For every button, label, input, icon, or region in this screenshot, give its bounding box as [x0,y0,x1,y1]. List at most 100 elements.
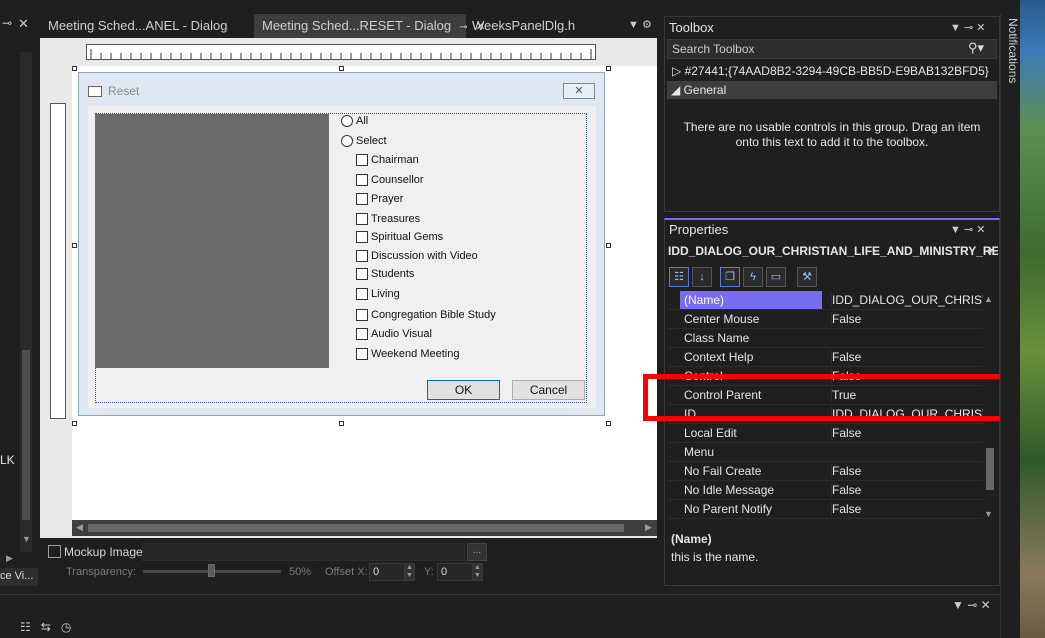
offset-y-spin-icon[interactable]: ▲ ▼ [472,563,483,581]
left-scroll-thumb[interactable] [22,350,30,520]
checkbox-icon[interactable] [356,268,368,280]
browse-button[interactable]: ... [467,543,487,561]
checkbox-item[interactable]: Students [356,268,414,280]
checkbox-item[interactable]: Treasures [356,213,420,225]
offset-x-label: Offset X: [325,566,368,578]
checkbox-icon[interactable] [356,154,368,166]
property-row[interactable]: No Idle Message False [668,481,983,500]
offset-y-input[interactable]: 0 [437,563,473,581]
checkbox-label: Students [371,268,415,280]
scroll-down-icon[interactable]: ▼ [984,509,993,519]
property-value[interactable]: False [831,502,983,516]
checkbox-icon[interactable] [356,250,368,262]
scroll-right-icon[interactable]: ▶ [6,553,13,564]
resize-handle[interactable] [606,421,611,426]
checkbox-icon[interactable] [356,193,368,205]
property-grid-scroll-thumb[interactable] [986,448,994,490]
cancel-button[interactable]: Cancel [512,380,585,400]
checkbox-item[interactable]: Prayer [356,193,403,205]
radio-icon[interactable] [341,135,353,147]
chevron-down-icon[interactable]: ▼ [986,246,995,256]
designer-hscroll-thumb[interactable] [88,524,624,532]
checkbox-item[interactable]: Audio Visual [356,328,432,340]
property-row[interactable]: Menu [668,443,983,462]
bottom-toolbar-icons[interactable]: ☷ ⇆ ◷ [20,620,71,634]
checkbox-item[interactable]: Chairman [356,154,419,166]
property-value[interactable]: IDD_DIALOG_OUR_CHRISTIA [831,293,983,307]
tab-dropdown-icon[interactable]: ▼ ⚙ [628,18,652,31]
checkbox-item[interactable]: Discussion with Video [356,250,478,262]
tab-weekspanel-header[interactable]: WeeksPanelDlg.h [464,14,594,38]
toolbox-search-input[interactable]: Search Toolbox [667,39,997,59]
checkbox-item[interactable]: Spiritual Gems [356,231,443,243]
tab-reset-dialog[interactable]: Meeting Sched...RESET - Dialog ⊸ ✕ [254,14,486,38]
events-view-icon[interactable]: ϟ [743,267,763,287]
resize-handle[interactable] [606,66,611,71]
categorized-view-icon[interactable]: ☷ [669,267,689,287]
properties-window-controls-icon[interactable]: ▼ ⊸ ✕ [950,223,985,236]
property-row[interactable]: Center Mouse False [668,310,983,329]
left-panel-tab[interactable]: ce Vi... [0,568,38,586]
checkbox-icon[interactable] [356,309,368,321]
notifications-strip[interactable] [1000,14,1020,638]
panel-options-icon[interactable]: ▼ ⊸ ✕ [952,598,991,612]
messages-view-icon[interactable]: ▭ [766,267,786,287]
checkbox-icon[interactable] [356,213,368,225]
property-value[interactable]: False [831,483,983,497]
toolbox-group-general[interactable]: ◢ General [667,81,997,99]
resize-handle[interactable] [606,243,611,248]
scroll-down-icon[interactable]: ▼ [22,534,31,544]
properties-view-icon[interactable]: ❐ [720,267,740,287]
scroll-right-icon[interactable]: ▶ [645,522,652,533]
properties-object-selector[interactable]: IDD_DIALOG_OUR_CHRISTIAN_LIFE_AND_MINIST… [668,242,998,262]
pin-icon[interactable]: ⊸ [2,16,12,30]
checkbox-item[interactable]: Living [356,288,400,300]
checkbox-item[interactable]: Counsellor [356,174,424,186]
mockup-image-checkbox[interactable] [48,545,61,558]
resize-handle[interactable] [72,243,77,248]
radio-select[interactable]: Select [341,135,387,147]
scroll-left-icon[interactable]: ◀ [76,522,83,533]
property-value[interactable]: False [831,312,983,326]
checkbox-label: Audio Visual [371,328,432,340]
property-row[interactable]: Class Name [668,329,983,348]
property-value[interactable]: False [831,426,983,440]
property-row[interactable]: (Name) IDD_DIALOG_OUR_CHRISTIA [668,291,983,310]
notifications-tab[interactable]: Notifications [1006,18,1020,83]
radio-icon[interactable] [341,115,353,127]
checkbox-icon[interactable] [356,231,368,243]
picture-control[interactable] [95,114,329,368]
transparency-slider-thumb[interactable] [208,564,215,577]
property-pages-icon[interactable]: ⚒ [797,267,817,287]
checkbox-item[interactable]: Congregation Bible Study [356,309,496,321]
dialog-close-button[interactable]: ✕ [563,83,595,99]
close-icon[interactable]: ✕ [18,16,29,32]
mockup-image-path-input[interactable] [142,543,465,561]
property-row[interactable]: Local Edit False [668,424,983,443]
offset-x-input[interactable]: 0 [369,563,405,581]
checkbox-icon[interactable] [356,174,368,186]
toolbox-group-label: General [683,83,727,97]
offset-x-spin-icon[interactable]: ▲ ▼ [404,563,415,581]
resize-handle[interactable] [339,421,344,426]
resize-handle[interactable] [72,66,77,71]
property-value[interactable]: False [831,464,983,478]
property-row[interactable]: Context Help False [668,348,983,367]
property-value[interactable]: False [831,350,983,364]
checkbox-icon[interactable] [356,348,368,360]
toolbox-window-controls-icon[interactable]: ▼ ⊸ ✕ [950,21,985,34]
checkbox-icon[interactable] [356,288,368,300]
toolbox-group-collapsed[interactable]: ▷ #27441;{74AAD8B2-3294-49CB-BB5D-E9BAB1… [672,64,989,78]
checkbox-icon[interactable] [356,328,368,340]
tab-panel-dialog[interactable]: Meeting Sched...ANEL - Dialog [40,14,254,38]
property-row[interactable]: No Parent Notify False [668,500,983,519]
property-row[interactable]: No Fail Create False [668,462,983,481]
ok-button[interactable]: OK [427,380,500,400]
checkbox-item[interactable]: Weekend Meeting [356,348,459,360]
alphabetical-view-icon[interactable]: ↓ [692,267,712,287]
scroll-up-icon[interactable]: ▲ [984,294,993,304]
radio-all[interactable]: All [341,115,368,127]
resize-handle[interactable] [72,421,77,426]
search-icon[interactable]: ⚲▾ [968,40,984,56]
resize-handle[interactable] [339,66,344,71]
